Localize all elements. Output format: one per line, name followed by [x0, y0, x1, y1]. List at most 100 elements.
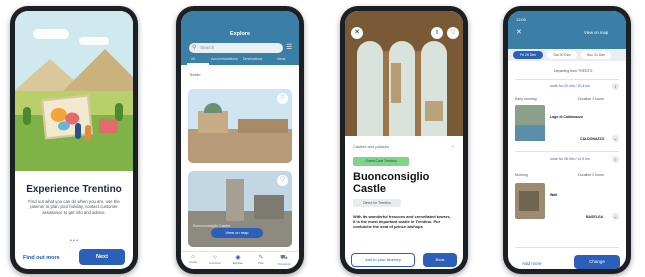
plan-icon: ✎ — [258, 255, 264, 261]
building — [254, 195, 284, 219]
nav-item-activities[interactable]: ☆ Activities — [205, 254, 225, 265]
cloud — [33, 29, 69, 39]
nav-item-plan[interactable]: ✎ Plan — [251, 254, 271, 265]
change-button[interactable]: Change — [574, 255, 620, 269]
explore-screen: Explore ⚲ Search ☰ All Accommodations De… — [181, 11, 299, 269]
divider — [515, 247, 619, 248]
favorite-heart-icon[interactable]: ♡ — [277, 175, 288, 186]
explore-header: Explore ⚲ Search ☰ All Accommodations De… — [181, 11, 299, 65]
find-out-more-link[interactable]: Find out more — [23, 255, 60, 261]
route-icon: ↕ — [612, 83, 619, 90]
favorite-heart-icon[interactable]: ♡ — [447, 27, 459, 39]
search-icon: ⚲ — [192, 45, 197, 51]
map-region — [57, 120, 71, 131]
location-filter: Trento — [189, 72, 201, 77]
tower — [226, 179, 244, 221]
detail-screen: ✕ ⇧ ♡ Castles and palaces ⌄ Guest Card T… — [345, 11, 463, 269]
place-thumbnail — [515, 183, 545, 219]
nav-item-transport[interactable]: ⛟ Transport — [274, 254, 294, 266]
pager-dots: • • • — [69, 238, 79, 244]
add-more-link[interactable]: Add more — [522, 261, 542, 266]
nav-label: Activities — [209, 261, 221, 265]
page-title: Explore — [229, 31, 251, 37]
building — [519, 191, 539, 211]
next-button[interactable]: Next — [79, 249, 125, 265]
distant-tower — [391, 63, 401, 103]
add-to-itinerary-button[interactable]: Add to your itinerary — [351, 253, 415, 267]
column — [415, 51, 421, 136]
building — [198, 111, 228, 133]
column — [383, 51, 389, 136]
divider — [515, 79, 619, 80]
day-chip[interactable]: Fri 29 Dec — [513, 51, 543, 59]
view-on-map-link[interactable]: View on map — [584, 30, 608, 35]
tab-destinations[interactable]: Destinations — [243, 57, 262, 61]
building — [238, 119, 288, 133]
route-link[interactable]: route for 20 min / 10,4 km — [550, 84, 590, 88]
tab-all[interactable]: All — [191, 57, 195, 61]
departing-label: Departing from TRENTO — [554, 69, 593, 73]
stop-place: CALDONAZZO — [580, 137, 605, 141]
itinerary-header: 12:00 ✕ View on map — [508, 11, 626, 49]
itinerary-screen: 12:00 ✕ View on map Fri 29 Dec Sat 30 De… — [508, 11, 626, 269]
tab-accommodations[interactable]: Accommodations — [211, 57, 238, 61]
stop-duration: Duration 2 hours — [578, 97, 604, 101]
chevron-down-icon[interactable]: ⌄ — [612, 213, 619, 220]
onboarding-title: Experience Trentino — [26, 184, 122, 195]
tab-ideas[interactable]: Ideas — [277, 57, 286, 61]
category-label: Castles and palaces — [353, 144, 390, 149]
active-tab-indicator — [187, 63, 209, 65]
phone-detail: ✕ ⇧ ♡ Castles and palaces ⌄ Guest Card T… — [340, 6, 468, 274]
divider — [515, 151, 619, 152]
share-icon[interactable]: ⇧ — [431, 27, 443, 39]
castle-photo: ✕ ⇧ ♡ — [345, 11, 463, 136]
day-chip[interactable]: Sun 31 Dec — [581, 51, 611, 59]
phone-explore: Explore ⚲ Search ☰ All Accommodations De… — [176, 6, 304, 274]
book-button[interactable]: Book — [423, 253, 457, 267]
stop-place: BASELGA — [586, 215, 604, 219]
route-link[interactable]: route for 28 min / 12,9 km — [550, 157, 590, 161]
day-chip[interactable]: Sat 30 Dec — [547, 51, 577, 59]
nav-item-guide[interactable]: ⌂ Guide — [183, 254, 203, 264]
rooftops — [425, 101, 443, 121]
tree — [115, 103, 123, 121]
chevron-down-icon[interactable]: ⌄ — [612, 135, 619, 142]
nav-label: Guide — [188, 260, 197, 264]
close-icon[interactable]: ✕ — [516, 28, 522, 36]
stop-time-label: Morning — [515, 173, 528, 177]
directions-chip[interactable]: Direct for Trentino — [353, 199, 401, 207]
favorite-heart-icon[interactable]: ♡ — [277, 93, 288, 104]
stop-duration: Duration 2 hours — [578, 173, 604, 177]
cloud — [79, 37, 109, 45]
arch — [357, 41, 383, 136]
trentino-illustration — [15, 11, 133, 171]
place-description: With its wonderful frescoes and crenella… — [353, 214, 451, 230]
filter-row[interactable]: Trento — [185, 69, 293, 81]
dome — [204, 103, 222, 113]
search-placeholder: Search — [200, 45, 215, 50]
filter-icon[interactable]: ☰ — [286, 43, 292, 51]
nav-label: Plan — [257, 261, 264, 265]
building — [188, 129, 292, 163]
search-input[interactable]: ⚲ Search — [189, 43, 283, 53]
lake-water — [515, 125, 545, 141]
route-icon: ↕ — [612, 156, 619, 163]
stop-title: Wait — [550, 193, 558, 197]
stop-time-label: Early morning — [515, 97, 537, 101]
transport-icon: ⛟ — [280, 255, 288, 261]
place-card[interactable]: ♡ — [188, 89, 292, 163]
bottom-nav: ⌂ Guide ☆ Activities ◉ Explore ✎ Plan ⛟ … — [181, 251, 299, 269]
lake-thumbnail — [515, 105, 545, 141]
day-chips: Fri 29 Dec Sat 30 Dec Sun 31 Dec — [508, 49, 626, 61]
phone-itinerary: 12:00 ✕ View on map Fri 29 Dec Sat 30 De… — [503, 6, 631, 274]
chevron-down-icon[interactable]: ⌄ — [451, 143, 454, 148]
explore-icon: ◉ — [235, 255, 241, 261]
onboarding-screen: Experience Trentino Find out what you ca… — [15, 11, 133, 269]
arch — [421, 41, 447, 136]
nav-label: Explore — [232, 261, 244, 265]
nav-item-explore[interactable]: ◉ Explore — [228, 254, 248, 265]
stall — [99, 119, 117, 133]
view-on-map-button[interactable]: View on map — [211, 228, 263, 238]
close-icon[interactable]: ✕ — [351, 27, 363, 39]
person — [85, 125, 91, 141]
